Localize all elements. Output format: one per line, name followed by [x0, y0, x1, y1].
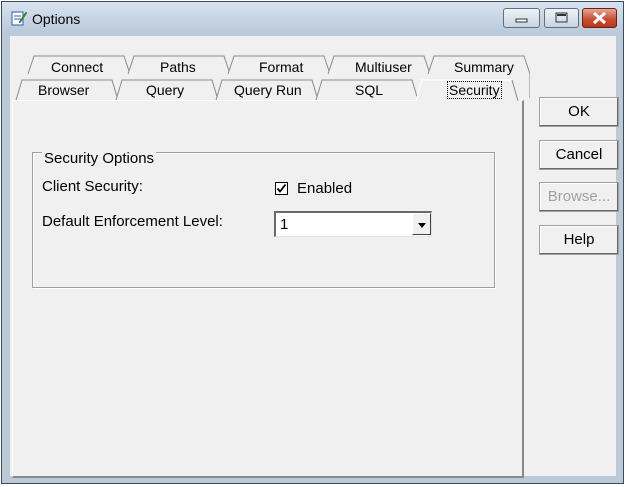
maximize-icon — [555, 12, 568, 23]
ok-button[interactable]: OK — [539, 97, 619, 127]
enforcement-level-select[interactable]: 1 — [274, 211, 432, 237]
enforcement-level-value: 1 — [280, 216, 289, 233]
title-bar[interactable]: Options — [2, 2, 623, 34]
tab-security-label: Security — [447, 81, 502, 99]
cancel-button[interactable]: Cancel — [539, 140, 619, 170]
dialog-client-area: Connect Paths Format Multiuser Summary B… — [10, 36, 619, 478]
enforcement-level-label: Default Enforcement Level: — [42, 213, 223, 230]
maximize-button[interactable] — [544, 8, 579, 28]
tab-security[interactable]: Security — [447, 81, 502, 99]
close-window-button[interactable] — [582, 8, 617, 28]
options-app-icon — [11, 11, 28, 26]
tab-format[interactable]: Format — [259, 59, 303, 75]
tab-query-run[interactable]: Query Run — [234, 82, 302, 98]
client-security-checkbox[interactable] — [275, 182, 288, 195]
dropdown-arrow-icon[interactable] — [412, 213, 431, 235]
tab-sql[interactable]: SQL — [355, 82, 383, 98]
minimize-button[interactable] — [503, 8, 540, 28]
security-options-title: Security Options — [42, 150, 157, 167]
client-security-enabled-label[interactable]: Enabled — [297, 180, 352, 197]
tab-paths[interactable]: Paths — [160, 59, 196, 75]
browse-button[interactable]: Browse... — [539, 182, 619, 212]
checkmark-icon — [276, 183, 287, 193]
window-title: Options — [32, 11, 81, 27]
tab-query[interactable]: Query — [146, 82, 184, 98]
client-security-label: Client Security: — [42, 178, 143, 195]
minimize-icon — [515, 18, 528, 23]
close-icon — [592, 11, 607, 25]
tab-browser[interactable]: Browser — [38, 82, 89, 98]
help-button[interactable]: Help — [539, 225, 619, 255]
tab-multiuser[interactable]: Multiuser — [355, 59, 412, 75]
tab-connect[interactable]: Connect — [51, 59, 103, 75]
options-dialog: Options Connect Paths Format Multiuser S… — [1, 1, 624, 484]
tab-summary[interactable]: Summary — [454, 59, 514, 75]
